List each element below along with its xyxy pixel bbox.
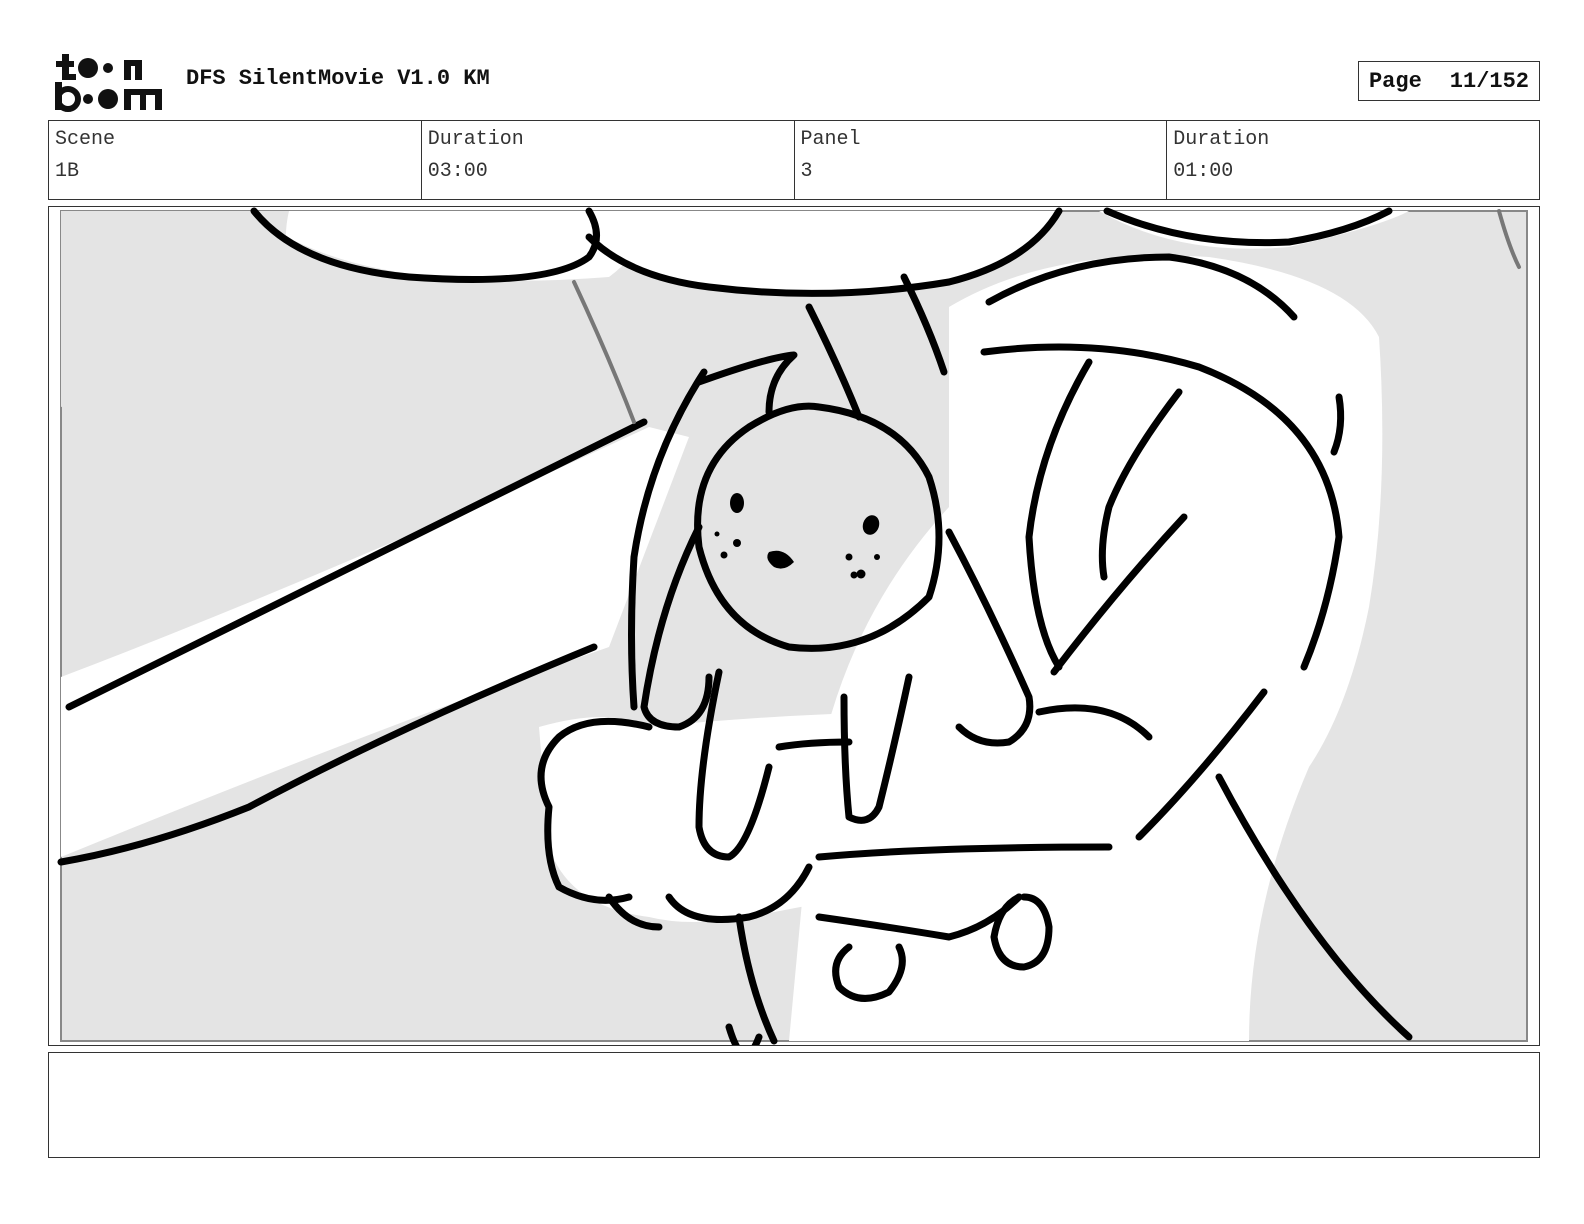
panel-value: 3: [800, 160, 813, 183]
scene-duration-cell: Duration 03:00: [422, 121, 795, 199]
scene-duration-label: Duration: [427, 128, 524, 151]
panel-duration-label: Duration: [1173, 128, 1270, 151]
panel-info-table: Scene 1B Duration 03:00 Panel 3 Duration…: [48, 120, 1540, 200]
scene-cell: Scene 1B: [49, 121, 422, 199]
scene-label: Scene: [55, 128, 116, 151]
toon-boom-logo: toon boom: [52, 52, 164, 112]
panel-cell: Panel 3: [795, 121, 1168, 199]
toon-boom-logo-mark: [55, 54, 162, 112]
storyboard-sketch: [57, 207, 1528, 1045]
document-title: DFS SilentMovie V1.0 KM: [186, 66, 490, 91]
page-number: 11/152: [1449, 68, 1530, 94]
panel-notes: [48, 1052, 1540, 1158]
panel-label: Panel: [800, 128, 861, 151]
panel-duration-cell: Duration 01:00: [1167, 121, 1539, 199]
panel-duration-value: 01:00: [1173, 160, 1234, 183]
scene-value: 1B: [55, 160, 80, 183]
scene-duration-value: 03:00: [427, 160, 488, 183]
page-indicator: Page 11/152: [1358, 61, 1540, 101]
page-label: Page: [1368, 68, 1422, 94]
storyboard-panel: [48, 206, 1540, 1046]
